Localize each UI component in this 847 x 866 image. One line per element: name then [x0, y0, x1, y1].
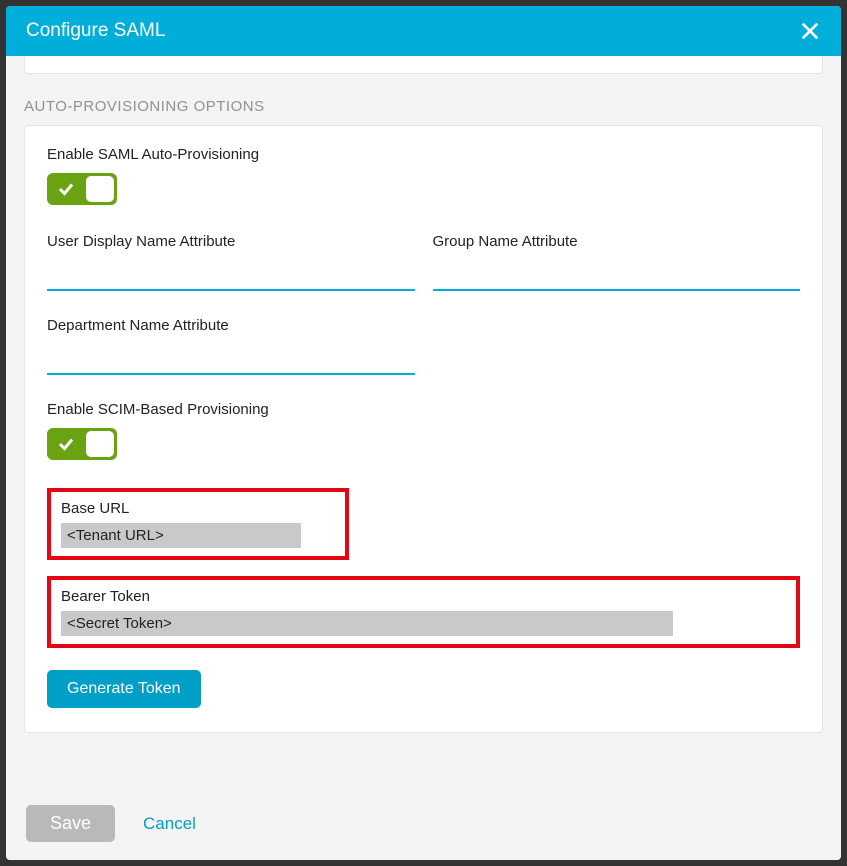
enable-scim-toggle[interactable] — [47, 428, 117, 460]
close-icon[interactable] — [799, 20, 821, 42]
base-url-input[interactable] — [61, 523, 301, 548]
user-display-input[interactable] — [47, 260, 415, 291]
modal-footer: Save Cancel — [6, 787, 841, 860]
checkmark-icon — [57, 180, 75, 198]
cancel-button[interactable]: Cancel — [143, 814, 196, 834]
save-button[interactable]: Save — [26, 805, 115, 842]
auto-provisioning-card: Enable SAML Auto-Provisioning User Displ… — [24, 125, 823, 733]
enable-scim-label: Enable SCIM-Based Provisioning — [47, 401, 800, 418]
previous-section-card — [24, 56, 823, 74]
toggle-knob — [86, 431, 114, 457]
modal-title: Configure SAML — [26, 20, 165, 42]
base-url-highlight: Base URL — [47, 488, 349, 560]
user-display-label: User Display Name Attribute — [47, 233, 415, 250]
modal-header: Configure SAML — [6, 6, 841, 56]
group-name-input[interactable] — [433, 260, 801, 291]
checkmark-icon — [57, 435, 75, 453]
enable-saml-label: Enable SAML Auto-Provisioning — [47, 146, 800, 163]
bearer-token-input[interactable] — [61, 611, 673, 636]
dept-name-label: Department Name Attribute — [47, 317, 415, 334]
modal-body[interactable]: AUTO-PROVISIONING OPTIONS Enable SAML Au… — [6, 56, 841, 787]
generate-token-button[interactable]: Generate Token — [47, 670, 201, 708]
section-heading: AUTO-PROVISIONING OPTIONS — [24, 98, 823, 115]
toggle-knob — [86, 176, 114, 202]
configure-saml-modal: Configure SAML AUTO-PROVISIONING OPTIONS… — [6, 6, 841, 860]
group-name-label: Group Name Attribute — [433, 233, 801, 250]
bearer-token-label: Bearer Token — [61, 588, 786, 605]
base-url-label: Base URL — [61, 500, 335, 517]
enable-saml-toggle[interactable] — [47, 173, 117, 205]
dept-name-input[interactable] — [47, 344, 415, 375]
bearer-token-highlight: Bearer Token — [47, 576, 800, 648]
